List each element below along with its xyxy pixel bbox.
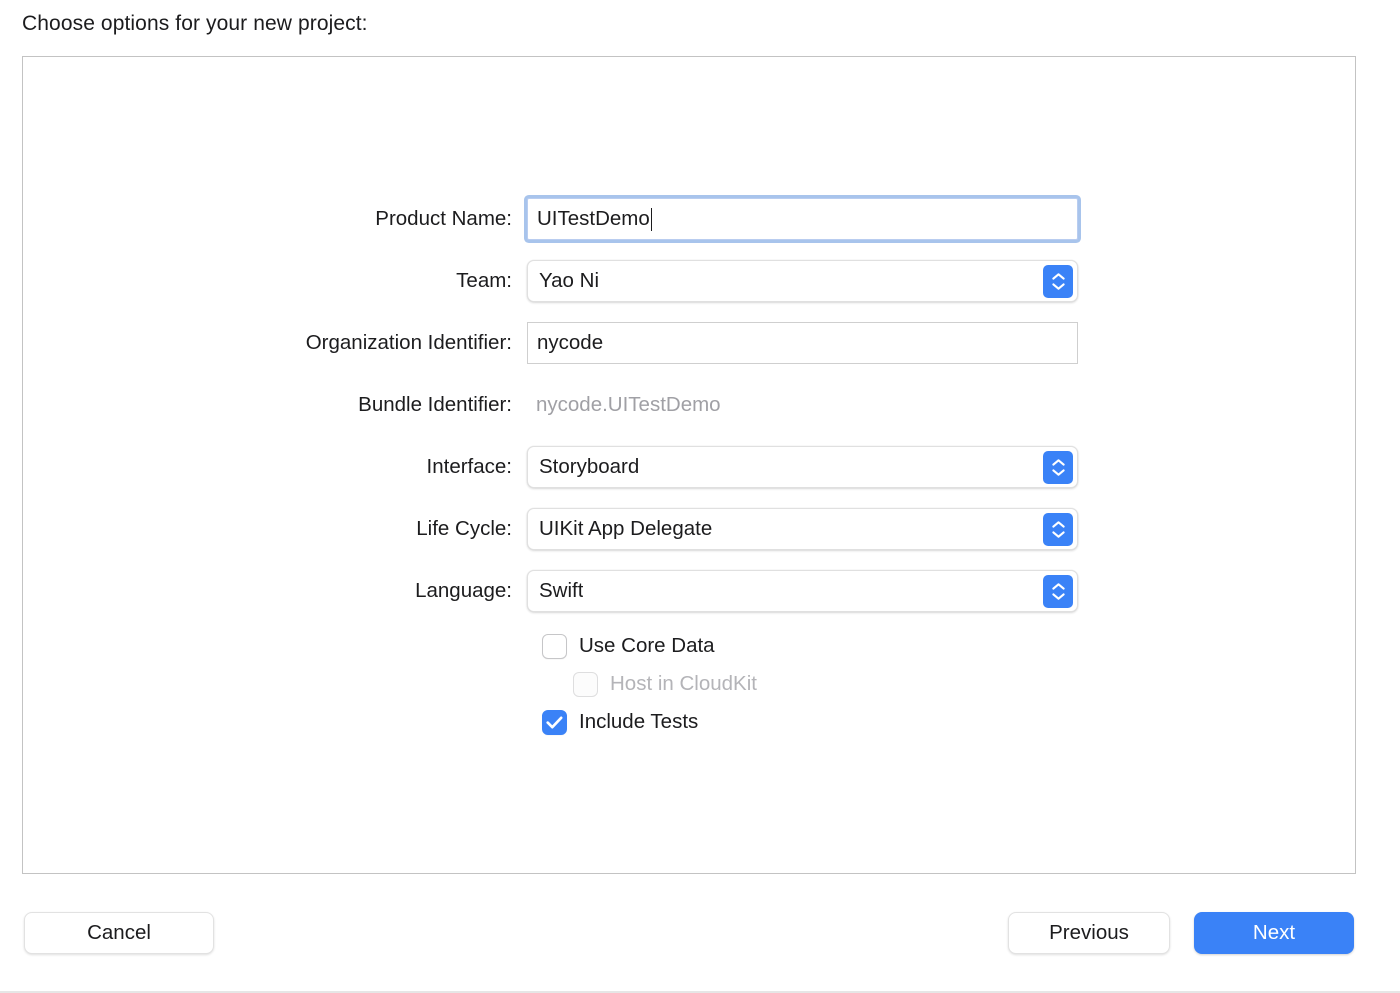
checkbox-group: Use Core Data Host in CloudKit Include Tes… (542, 627, 757, 741)
cancel-button[interactable]: Cancel (24, 912, 214, 954)
interface-label: Interface: (426, 455, 512, 478)
bundle-identifier-field-wrap: nycode.UITestDemo (527, 384, 1078, 426)
page-title: Choose options for your new project: (22, 12, 368, 35)
include-tests-checkbox[interactable] (542, 709, 567, 735)
project-options-form: Product Name: UITestDemo Team: Yao Ni Organi… (23, 197, 1357, 631)
chevron-up-down-icon[interactable] (1043, 265, 1073, 298)
host-in-cloudkit-label: Host in CloudKit (610, 672, 757, 695)
use-core-data-checkbox[interactable] (542, 633, 567, 659)
language-select[interactable]: Swift (527, 570, 1078, 612)
life-cycle-label: Life Cycle: (416, 517, 512, 540)
checkbox-row-include-tests[interactable]: Include Tests (542, 703, 757, 741)
dialog-footer: Cancel Previous Next (0, 906, 1400, 961)
use-core-data-label: Use Core Data (579, 634, 715, 657)
product-name-input-value: UITestDemo (537, 207, 650, 230)
language-field-wrap: Swift (527, 570, 1078, 612)
chevron-up-down-icon[interactable] (1043, 513, 1073, 546)
product-name-label: Product Name: (375, 207, 512, 230)
language-select-value: Swift (539, 579, 584, 602)
form-row-product-name: Product Name: UITestDemo (23, 197, 1357, 241)
team-select-value: Yao Ni (539, 269, 600, 292)
text-caret (650, 207, 653, 231)
form-row-life-cycle: Life Cycle: UIKit App Delegate (23, 507, 1357, 551)
team-field-wrap: Yao Ni (527, 260, 1078, 302)
team-select[interactable]: Yao Ni (527, 260, 1078, 302)
next-button[interactable]: Next (1194, 912, 1354, 954)
organization-identifier-input-value: nycode (537, 331, 604, 354)
chevron-up-down-icon[interactable] (1043, 575, 1073, 608)
form-row-organization-identifier: Organization Identifier: nycode (23, 321, 1357, 365)
chevron-up-down-icon[interactable] (1043, 451, 1073, 484)
include-tests-label: Include Tests (579, 710, 699, 733)
form-row-language: Language: Swift (23, 569, 1357, 613)
form-row-bundle-identifier: Bundle Identifier: nycode.UITestDemo (23, 383, 1357, 427)
options-panel: Product Name: UITestDemo Team: Yao Ni Organi… (22, 56, 1356, 874)
product-name-input[interactable]: UITestDemo (527, 198, 1078, 240)
checkbox-row-host-in-cloudkit: Host in CloudKit (542, 665, 757, 703)
life-cycle-field-wrap: UIKit App Delegate (527, 508, 1078, 550)
organization-identifier-field-wrap: nycode (527, 322, 1078, 364)
life-cycle-select[interactable]: UIKit App Delegate (527, 508, 1078, 550)
interface-select-value: Storyboard (539, 455, 640, 478)
language-label: Language: (415, 579, 512, 602)
life-cycle-select-value: UIKit App Delegate (539, 517, 713, 540)
form-row-team: Team: Yao Ni (23, 259, 1357, 303)
bundle-identifier-label: Bundle Identifier: (358, 393, 512, 416)
host-in-cloudkit-checkbox (573, 671, 598, 697)
team-label: Team: (456, 269, 512, 292)
checkbox-row-use-core-data[interactable]: Use Core Data (542, 627, 757, 665)
organization-identifier-input[interactable]: nycode (527, 322, 1078, 364)
bundle-identifier-value: nycode.UITestDemo (536, 393, 721, 416)
organization-identifier-label: Organization Identifier: (305, 331, 512, 354)
form-row-interface: Interface: Storyboard (23, 445, 1357, 489)
product-name-field-wrap: UITestDemo (527, 198, 1078, 240)
interface-select[interactable]: Storyboard (527, 446, 1078, 488)
interface-field-wrap: Storyboard (527, 446, 1078, 488)
previous-button[interactable]: Previous (1008, 912, 1170, 954)
